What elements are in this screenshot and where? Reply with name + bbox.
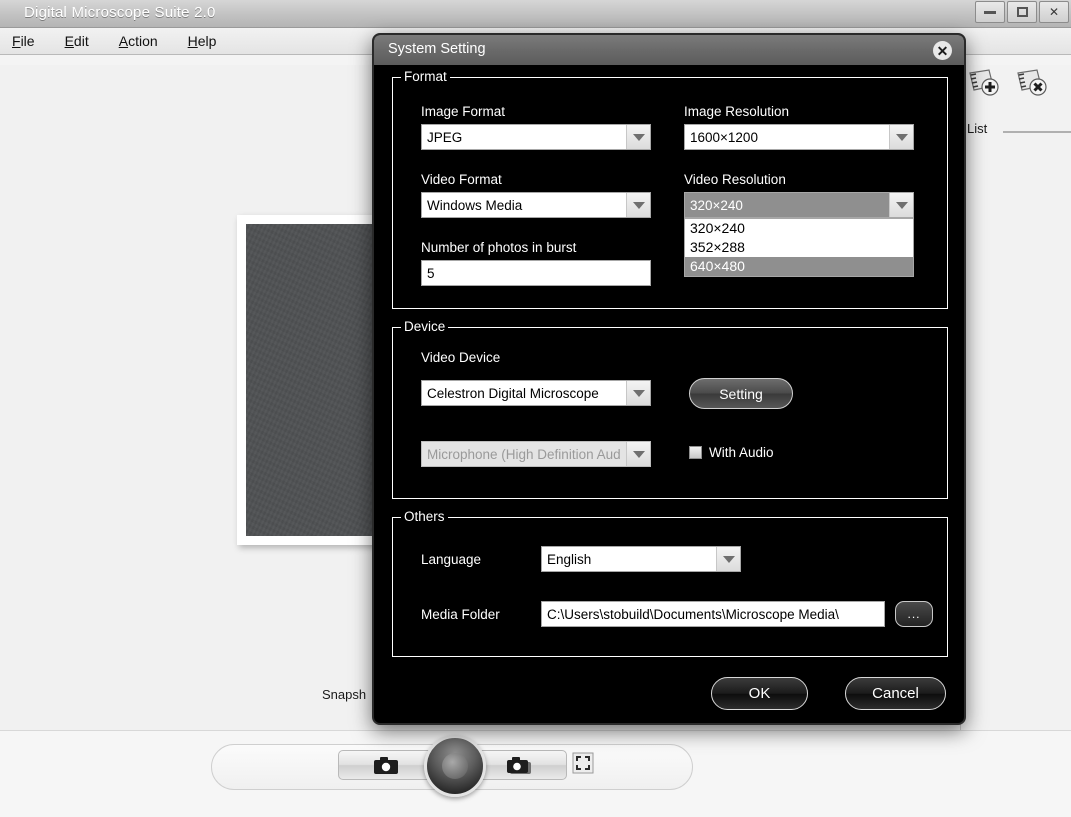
close-button[interactable]: ✕: [1039, 1, 1069, 23]
video-resolution-value: 320×240: [690, 197, 743, 213]
language-select[interactable]: English: [541, 546, 741, 572]
media-folder-label: Media Folder: [421, 607, 500, 622]
maximize-button[interactable]: [1007, 1, 1037, 23]
chevron-down-icon: [889, 125, 913, 149]
media-folder-value: C:\Users\stobuild\Documents\Microscope M…: [547, 606, 839, 622]
media-folder-browse-button[interactable]: ...: [895, 601, 933, 627]
window-controls: ✕: [975, 1, 1069, 23]
fullscreen-icon: [572, 752, 594, 779]
chevron-down-icon: [626, 381, 650, 405]
app-root: Digital Microscope Suite 2.0 ✕ File Edit…: [0, 0, 1071, 817]
image-format-select[interactable]: JPEG: [421, 124, 651, 150]
burst-count-label: Number of photos in burst: [421, 240, 577, 255]
image-resolution-label: Image Resolution: [684, 104, 790, 119]
camera-burst-icon: [506, 756, 532, 775]
dialog-title: System Setting: [388, 41, 486, 57]
video-format-select[interactable]: Windows Media: [421, 192, 651, 218]
audio-device-select: Microphone (High Definition Aud: [421, 441, 651, 467]
audio-device-value: Microphone (High Definition Aud: [427, 446, 621, 462]
maximize-icon: [1016, 7, 1028, 17]
list-divider: [1003, 131, 1071, 133]
minimize-button[interactable]: [975, 1, 1005, 23]
image-resolution-value: 1600×1200: [690, 129, 758, 145]
menu-item-edit[interactable]: Edit: [61, 31, 93, 51]
close-icon: ✕: [1048, 5, 1060, 19]
burst-count-input[interactable]: 5: [421, 260, 651, 286]
list-panel-label: List: [967, 121, 988, 136]
chevron-down-icon: [626, 193, 650, 217]
list-toolbar: [967, 67, 1049, 97]
app-titlebar: Digital Microscope Suite 2.0 ✕: [0, 0, 1071, 28]
device-group-title: Device: [401, 319, 449, 334]
chevron-down-icon: [716, 547, 740, 571]
with-audio-label: With Audio: [709, 445, 774, 460]
video-resolution-dropdown[interactable]: 320×240 352×288 640×480: [684, 218, 914, 277]
list-panel: List: [960, 65, 1071, 730]
video-resolution-option[interactable]: 640×480: [685, 257, 913, 276]
video-device-value: Celestron Digital Microscope: [427, 385, 599, 401]
snapshot-button[interactable]: [338, 750, 434, 780]
chevron-down-icon: [626, 442, 650, 466]
menu-item-action[interactable]: Action: [115, 31, 162, 51]
record-knob-icon: [442, 753, 468, 779]
remove-from-list-icon[interactable]: [1015, 67, 1049, 97]
language-value: English: [547, 551, 592, 567]
record-button[interactable]: [424, 735, 486, 797]
language-label: Language: [421, 552, 482, 567]
video-resolution-option[interactable]: 320×240: [685, 219, 913, 238]
others-group: Others Language English Media Folder C:\…: [392, 509, 948, 657]
camera-icon: [373, 756, 399, 775]
image-resolution-select[interactable]: 1600×1200: [684, 124, 914, 150]
video-resolution-select[interactable]: 320×240: [684, 192, 914, 218]
snapshot-label: Snapsh: [322, 687, 367, 702]
others-group-title: Others: [401, 509, 448, 524]
with-audio-checkbox[interactable]: [689, 446, 702, 459]
device-setting-button[interactable]: Setting: [689, 378, 793, 409]
video-format-label: Video Format: [421, 172, 502, 187]
add-to-list-icon[interactable]: [967, 67, 1001, 97]
with-audio-checkbox-row[interactable]: With Audio: [689, 445, 774, 460]
video-device-label: Video Device: [421, 350, 501, 365]
fullscreen-button[interactable]: [571, 752, 595, 779]
video-device-select[interactable]: Celestron Digital Microscope: [421, 380, 651, 406]
burst-count-value: 5: [427, 265, 435, 281]
media-folder-input[interactable]: C:\Users\stobuild\Documents\Microscope M…: [541, 601, 885, 627]
minimize-icon: [984, 10, 996, 14]
format-group-title: Format: [401, 69, 450, 84]
chevron-down-icon: [889, 193, 913, 217]
image-format-label: Image Format: [421, 104, 506, 119]
menu-item-help[interactable]: Help: [184, 31, 221, 51]
dialog-titlebar: System Setting ✕: [374, 35, 964, 65]
system-setting-dialog: System Setting ✕ Format Image Format JPE…: [372, 33, 966, 725]
video-resolution-label: Video Resolution: [684, 172, 786, 187]
image-format-value: JPEG: [427, 129, 463, 145]
video-resolution-option[interactable]: 352×288: [685, 238, 913, 257]
format-group: Format Image Format JPEG Video Format Wi…: [392, 69, 948, 309]
dialog-close-icon[interactable]: ✕: [933, 41, 952, 60]
app-title: Digital Microscope Suite 2.0: [24, 4, 216, 21]
cancel-button[interactable]: Cancel: [845, 677, 946, 710]
chevron-down-icon: [626, 125, 650, 149]
video-format-value: Windows Media: [427, 197, 523, 213]
ok-button[interactable]: OK: [711, 677, 808, 710]
device-group: Device Video Device Celestron Digital Mi…: [392, 319, 948, 499]
menu-item-file[interactable]: File: [8, 31, 39, 51]
